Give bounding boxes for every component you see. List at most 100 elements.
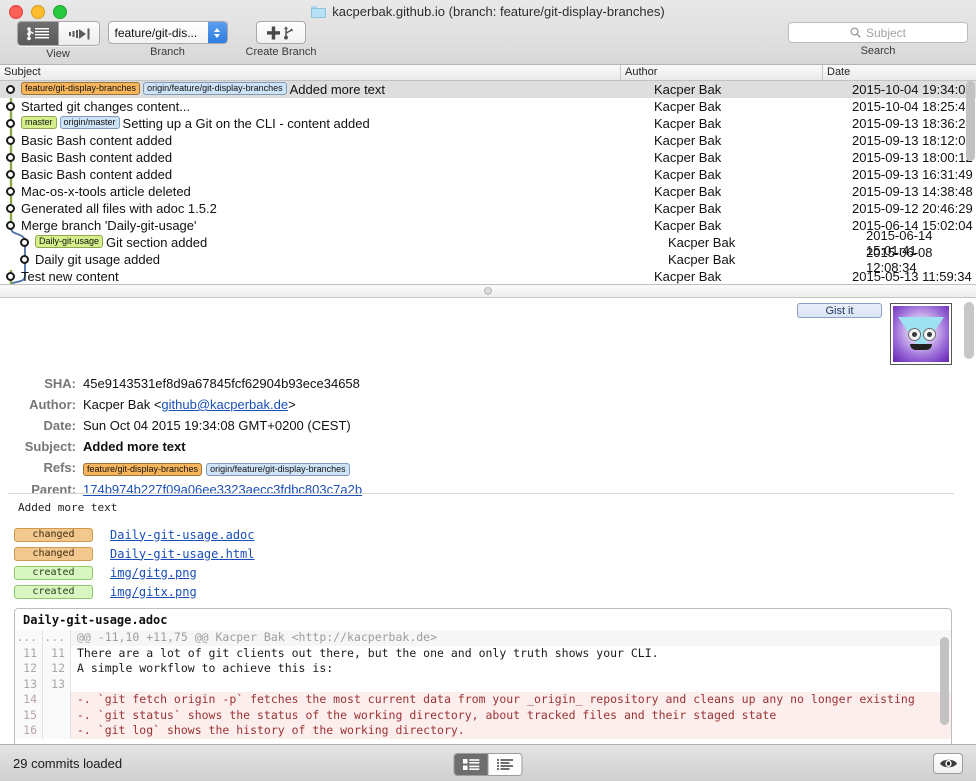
commit-list-scrollbar[interactable]	[966, 81, 975, 282]
search-caption: Search	[860, 45, 896, 57]
detail-scroll-thumb[interactable]	[964, 302, 974, 359]
create-branch-button[interactable]	[256, 21, 306, 44]
window-title: kacperbak.github.io (branch: feature/git…	[0, 4, 976, 19]
commit-subject: Started git changes content...	[21, 99, 191, 114]
splitter-grip[interactable]	[484, 287, 492, 295]
column-header-author[interactable]: Author	[620, 65, 822, 80]
author-email-link[interactable]: github@kacperbak.de	[161, 397, 288, 412]
diff-new-lineno: 13	[43, 676, 71, 692]
table-row[interactable]: Basic Bash content added Kacper Bak 2015…	[0, 166, 976, 183]
commit-subject: Basic Bash content added	[21, 167, 173, 182]
parent-sha-link[interactable]: 174b974b227f09a06ee3323aecc3fdbc803c7a2b	[83, 482, 362, 497]
diff-scrollbar[interactable]	[940, 637, 949, 743]
list-item[interactable]: changed Daily-git-usage.html	[14, 544, 255, 563]
diff-new-lineno: 12	[43, 661, 71, 677]
commit-rows: feature/git-display-branches origin/feat…	[0, 81, 976, 284]
diff-new-lineno: 11	[43, 645, 71, 661]
commit-node	[6, 204, 15, 213]
detail-scrollbar[interactable]	[964, 302, 974, 742]
table-row[interactable]: Started git changes content... Kacper Ba…	[0, 98, 976, 115]
commit-subject: Basic Bash content added	[21, 150, 173, 165]
table-row[interactable]: Basic Bash content added Kacper Bak 2015…	[0, 132, 976, 149]
meta-row-author: Author: Kacper Bak <github@kacperbak.de>	[0, 397, 962, 412]
file-link[interactable]: img/gitx.png	[110, 585, 197, 599]
avatar-mouth-icon	[910, 344, 932, 350]
file-link[interactable]: Daily-git-usage.html	[110, 547, 255, 561]
commit-graph-view-icon[interactable]	[17, 22, 59, 45]
eye-icon[interactable]	[933, 753, 963, 774]
commit-node	[6, 272, 15, 281]
file-link[interactable]: Daily-git-usage.adoc	[110, 528, 255, 542]
search-input[interactable]: Subject	[788, 22, 968, 43]
view-mode-toggle[interactable]	[453, 753, 523, 776]
toolbar-search-group: Subject Search	[788, 22, 968, 57]
panel-splitter[interactable]	[0, 285, 976, 298]
commit-node	[6, 170, 15, 179]
detail-actions: Gist it	[797, 303, 952, 365]
ref-badge[interactable]: Daily-git-usage	[35, 235, 104, 248]
table-row[interactable]: Merge branch 'Daily-git-usage' Kacper Ba…	[0, 217, 976, 234]
column-header-subject[interactable]: Subject	[0, 65, 620, 80]
search-icon	[850, 27, 861, 38]
diff-line: 15 -. `git status` shows the status of t…	[15, 707, 951, 723]
table-row[interactable]: Basic Bash content added Kacper Bak 2015…	[0, 149, 976, 166]
column-header-date[interactable]: Date	[822, 65, 976, 80]
plus-branch-icon	[267, 25, 294, 39]
commit-subject: Basic Bash content added	[21, 133, 173, 148]
compact-list-view-icon[interactable]	[454, 754, 489, 775]
diff-viewer[interactable]: Daily-git-usage.adoc ... ... @@ -11,10 +…	[14, 608, 952, 744]
detail-list-view-icon[interactable]	[488, 754, 522, 775]
commit-author: Kacper Bak	[654, 133, 722, 148]
commit-author: Kacper Bak	[654, 99, 722, 114]
ref-badge[interactable]: origin/feature/git-display-branches	[206, 463, 350, 476]
toolbar-view-group: View	[8, 21, 108, 60]
ref-badge[interactable]: origin/master	[59, 116, 120, 129]
commit-node	[20, 238, 29, 247]
branch-select[interactable]: feature/git-dis...	[107, 21, 228, 44]
ref-badge[interactable]: feature/git-display-branches	[83, 463, 203, 476]
diff-old-lineno: ...	[15, 630, 43, 646]
meta-value-refs: feature/git-display-branches origin/feat…	[83, 463, 350, 476]
list-item[interactable]: created img/gitx.png	[14, 582, 255, 601]
meta-value-subject: Added more text	[83, 439, 186, 454]
commit-node	[6, 119, 15, 128]
commit-author: Kacper Bak	[654, 201, 722, 216]
list-item[interactable]: created img/gitg.png	[14, 563, 255, 582]
commit-list-scroll-thumb[interactable]	[966, 81, 975, 161]
commits-loaded-status: 29 commits loaded	[13, 756, 123, 771]
view-segmented-control[interactable]	[16, 21, 100, 46]
diff-new-lineno: ...	[43, 630, 71, 646]
table-row[interactable]: Daily git usage added Kacper Bak 2015-06…	[0, 245, 976, 275]
gist-it-button[interactable]: Gist it	[797, 303, 882, 318]
status-badge: created	[14, 565, 93, 580]
table-row[interactable]: Daily-git-usage Git section added Kacper…	[0, 228, 976, 258]
commit-date: 2015-09-13 18:00:12	[852, 150, 973, 165]
chevron-updown-icon[interactable]	[207, 22, 227, 43]
diff-line: 14 -. `git fetch origin -p` fetches the …	[15, 692, 951, 708]
diff-new-lineno	[43, 707, 71, 723]
arrow-to-line-icon[interactable]	[58, 22, 99, 45]
meta-label-parent: Parent:	[31, 482, 76, 497]
table-row[interactable]: Generated all files with adoc 1.5.2 Kacp…	[0, 200, 976, 217]
ref-badge[interactable]: master	[21, 116, 57, 129]
diff-line: 16 -. `git log` shows the history of the…	[15, 723, 951, 739]
meta-label-date: Date:	[43, 418, 76, 433]
toolbar-branch-group: feature/git-dis... Branch	[105, 21, 230, 58]
ref-badge[interactable]: origin/feature/git-display-branches	[143, 82, 287, 95]
commit-list[interactable]: Subject Author Date feature/git-display-…	[0, 65, 976, 285]
table-row[interactable]: Mac-os-x-tools article deleted Kacper Ba…	[0, 183, 976, 200]
diff-line: ... ... @@ -11,10 +11,75 @@ Kacper Bak <…	[15, 630, 951, 646]
commit-author: Kacper Bak	[654, 167, 722, 182]
commit-subject: Generated all files with adoc 1.5.2	[21, 201, 217, 216]
ref-badge[interactable]: feature/git-display-branches	[21, 82, 141, 95]
list-item[interactable]: changed Daily-git-usage.adoc	[14, 525, 255, 544]
diff-line: 11 11 There are a lot of git clients out…	[15, 645, 951, 661]
table-row[interactable]: feature/git-display-branches origin/feat…	[0, 81, 976, 98]
diff-scroll-thumb[interactable]	[940, 637, 949, 725]
table-row[interactable]: Test new content Kacper Bak 2015-05-13 1…	[0, 268, 976, 284]
diff-old-lineno: 11	[15, 645, 43, 661]
table-row[interactable]: master origin/master Setting up a Git on…	[0, 115, 976, 132]
avatar-eye-left-icon	[908, 328, 921, 341]
author-bracket: >	[288, 397, 296, 412]
file-link[interactable]: img/gitg.png	[110, 566, 197, 580]
